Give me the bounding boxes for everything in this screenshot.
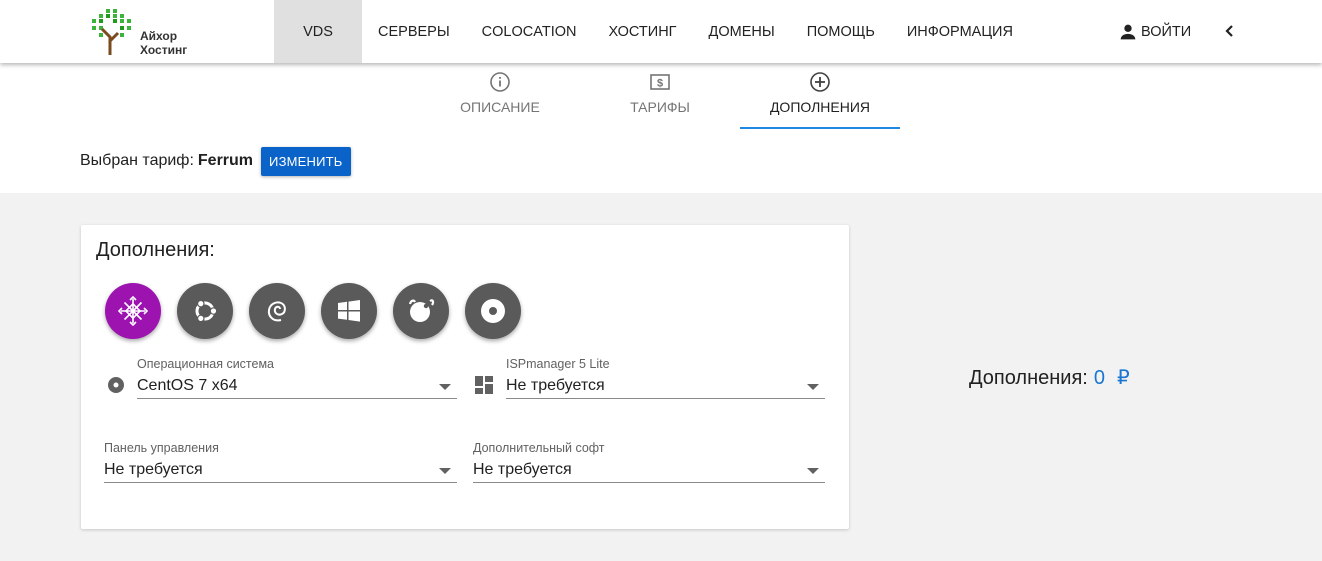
login-button[interactable]: ВОЙТИ <box>1117 0 1191 63</box>
debian-icon <box>267 301 286 322</box>
svg-text:$: $ <box>657 78 663 90</box>
nav-item-info[interactable]: ИНФОРМАЦИЯ <box>891 0 1029 63</box>
isp-field: ISPmanager 5 Lite Не требуется <box>506 357 825 399</box>
isp-field-label: ISPmanager 5 Lite <box>506 357 610 371</box>
change-tariff-button[interactable]: ИЗМЕНИТЬ <box>261 146 351 176</box>
dashboard-icon <box>475 376 493 394</box>
os-select[interactable]: CentOS 7 x64 <box>137 375 457 399</box>
os-button-centos[interactable] <box>105 283 161 339</box>
selected-tariff: Выбран тариф: Ferrum ИЗМЕНИТЬ <box>80 146 351 176</box>
summary-label: Дополнения: <box>969 367 1088 389</box>
nav-item-hosting[interactable]: ХОСТИНГ <box>592 0 692 63</box>
panel-select-value: Не требуется <box>104 461 203 478</box>
soft-field: Дополнительный софт Не требуется <box>473 441 825 483</box>
collapse-button[interactable] <box>1219 20 1241 42</box>
logo-text: Айхор Хостинг <box>140 29 187 57</box>
top-navbar: Айхор Хостинг VDS СЕРВЕРЫ COLOCATION ХОС… <box>0 0 1322 63</box>
tab-tariffs-label: ТАРИФЫ <box>630 99 690 115</box>
isp-select-value: Не требуется <box>506 377 605 394</box>
panel-field: Панель управления Не требуется <box>104 441 457 483</box>
ubuntu-icon <box>195 299 218 323</box>
isp-select[interactable]: Не требуется <box>506 375 825 399</box>
person-icon <box>1120 24 1136 39</box>
windows-icon <box>338 300 360 322</box>
os-field-label: Операционная система <box>137 357 275 371</box>
freebsd-icon <box>408 299 435 322</box>
tab-addons[interactable]: ДОПОЛНЕНИЯ <box>740 63 900 129</box>
soft-select-value: Не требуется <box>473 461 572 478</box>
os-button-debian[interactable] <box>249 283 305 339</box>
disc-icon <box>108 377 124 393</box>
os-select-value: CentOS 7 x64 <box>137 377 238 394</box>
os-button-other[interactable] <box>465 283 521 339</box>
summary-amount: 0 <box>1093 367 1105 389</box>
tariff-prefix: Выбран тариф: <box>80 152 194 169</box>
addons-title: Дополнения: <box>96 239 215 261</box>
dropdown-arrow-icon <box>807 468 819 474</box>
panel-field-label: Панель управления <box>104 441 219 455</box>
addons-summary: Дополнения: 0 ₽ <box>969 365 1130 390</box>
login-label: ВОЙТИ <box>1141 23 1192 40</box>
nav-item-domains[interactable]: ДОМЕНЫ <box>693 0 791 63</box>
os-field: Операционная система CentOS 7 x64 <box>137 357 457 399</box>
dollar-icon: $ <box>650 74 670 90</box>
dropdown-arrow-icon <box>807 384 819 390</box>
os-button-freebsd[interactable] <box>393 283 449 339</box>
chevron-left-icon <box>1225 25 1233 37</box>
plus-circle-icon <box>810 72 830 92</box>
tab-addons-label: ДОПОЛНЕНИЯ <box>769 99 871 115</box>
tree-logo-icon <box>92 9 131 55</box>
nav-item-help[interactable]: ПОМОЩЬ <box>791 0 891 63</box>
other-os-icon <box>481 299 505 323</box>
tab-description[interactable]: ОПИСАНИЕ <box>420 63 580 129</box>
addons-card: Дополнения: Операционная система CentOS … <box>81 225 849 529</box>
os-selector <box>105 283 537 339</box>
tab-description-label: ОПИСАНИЕ <box>460 99 540 115</box>
os-button-ubuntu[interactable] <box>177 283 233 339</box>
logo-line-1: Айхор <box>140 29 178 43</box>
nav-item-colocation[interactable]: COLOCATION <box>466 0 593 63</box>
nav-item-vds[interactable]: VDS <box>274 0 362 63</box>
soft-field-label: Дополнительный софт <box>473 441 605 455</box>
centos-icon <box>118 296 148 326</box>
info-icon <box>490 72 510 92</box>
summary-currency: ₽ <box>1116 367 1130 389</box>
dropdown-arrow-icon <box>439 384 451 390</box>
main-nav: VDS СЕРВЕРЫ COLOCATION ХОСТИНГ ДОМЕНЫ ПО… <box>274 0 1029 63</box>
logo-line-2: Хостинг <box>140 43 188 57</box>
tariff-name: Ferrum <box>197 152 254 169</box>
os-button-windows[interactable] <box>321 283 377 339</box>
sub-tabs: ОПИСАНИЕ $ ТАРИФЫ ДОПОЛНЕНИЯ <box>420 63 900 129</box>
soft-select[interactable]: Не требуется <box>473 459 825 483</box>
tab-tariffs[interactable]: $ ТАРИФЫ <box>580 63 740 129</box>
panel-select[interactable]: Не требуется <box>104 459 457 483</box>
nav-item-servers[interactable]: СЕРВЕРЫ <box>362 0 466 63</box>
dropdown-arrow-icon <box>439 468 451 474</box>
logo[interactable]: Айхор Хостинг <box>88 7 198 57</box>
